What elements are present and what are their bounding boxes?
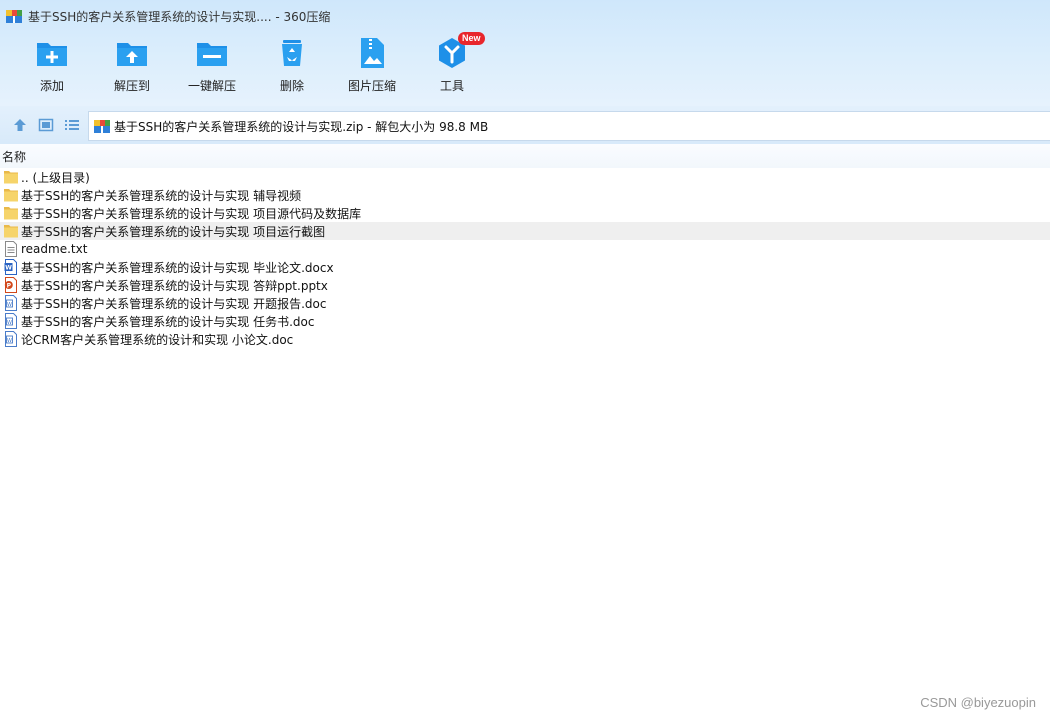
window-title: 基于SSH的客户关系管理系统的设计与实现.... - 360压缩: [28, 9, 331, 24]
list-item[interactable]: readme.txt: [0, 240, 1050, 258]
folder-icon: [4, 205, 18, 221]
watermark: CSDN @biyezuopin: [920, 695, 1036, 710]
extract-folder-icon: [117, 43, 147, 66]
add-button[interactable]: 添加: [12, 36, 92, 100]
svg-text:W: W: [7, 320, 12, 326]
file-name: 基于SSH的客户关系管理系统的设计与实现 开题报告.doc: [21, 296, 327, 311]
word-file-icon: W: [4, 259, 18, 275]
file-name: 论CRM客户关系管理系统的设计和实现 小论文.doc: [21, 332, 294, 347]
list-item[interactable]: W 基于SSH的客户关系管理系统的设计与实现 开题报告.doc: [0, 294, 1050, 312]
file-name: 基于SSH的客户关系管理系统的设计与实现 毕业论文.docx: [21, 260, 334, 275]
svg-text:W: W: [5, 265, 12, 272]
image-compress-button[interactable]: 图片压缩: [332, 36, 412, 100]
file-name: readme.txt: [21, 242, 88, 256]
column-header-name[interactable]: 名称: [2, 148, 26, 165]
recycle-bin-icon: [282, 40, 302, 66]
list-item[interactable]: W 基于SSH的客户关系管理系统的设计与实现 毕业论文.docx: [0, 258, 1050, 276]
list-header: 名称: [0, 144, 1050, 168]
new-badge: New: [458, 32, 485, 45]
file-name: .. (上级目录): [21, 170, 90, 185]
one-click-extract-icon: [197, 43, 227, 66]
add-label: 添加: [39, 79, 64, 93]
navigation-bar: 基于SSH的客户关系管理系统的设计与实现.zip - 解包大小为 98.8 MB: [0, 106, 1050, 145]
archive-app-icon: [94, 120, 110, 133]
tools-button[interactable]: New 工具: [412, 32, 492, 100]
one-click-extract-label: 一键解压: [187, 79, 236, 93]
folder-icon: [4, 169, 18, 185]
list-item[interactable]: 基于SSH的客户关系管理系统的设计与实现 辅导视频: [0, 186, 1050, 204]
add-folder-icon: [37, 43, 67, 66]
list-item[interactable]: P 基于SSH的客户关系管理系统的设计与实现 答辩ppt.pptx: [0, 276, 1050, 294]
tools-label: 工具: [439, 79, 464, 93]
image-zip-icon: [361, 38, 384, 68]
ppt-file-icon: P: [4, 277, 18, 293]
folder-icon: [4, 223, 18, 239]
path-text: 基于SSH的客户关系管理系统的设计与实现.zip - 解包大小为 98.8 MB: [114, 119, 489, 134]
svg-text:W: W: [7, 338, 12, 344]
one-click-extract-button[interactable]: 一键解压: [172, 36, 252, 100]
delete-label: 删除: [279, 79, 304, 93]
svg-text:W: W: [7, 302, 12, 308]
list-item[interactable]: 基于SSH的客户关系管理系统的设计与实现 项目源代码及数据库: [0, 204, 1050, 222]
doc-file-icon: W: [4, 331, 18, 347]
toolbar: 添加 解压到 一键解压 删除 图片压缩 New 工具: [0, 32, 1050, 100]
folder-icon: [4, 187, 18, 203]
up-arrow-icon[interactable]: [12, 117, 28, 133]
file-name: 基于SSH的客户关系管理系统的设计与实现 答辩ppt.pptx: [21, 278, 328, 293]
file-name: 基于SSH的客户关系管理系统的设计与实现 任务书.doc: [21, 314, 315, 329]
path-bar[interactable]: 基于SSH的客户关系管理系统的设计与实现.zip - 解包大小为 98.8 MB: [88, 111, 1050, 141]
doc-file-icon: W: [4, 313, 18, 329]
archive-app-icon: [6, 10, 22, 23]
extract-to-label: 解压到: [113, 79, 150, 93]
list-item[interactable]: .. (上级目录): [0, 168, 1050, 186]
svg-text:P: P: [7, 282, 12, 289]
image-compress-label: 图片压缩: [347, 79, 396, 93]
file-name: 基于SSH的客户关系管理系统的设计与实现 项目运行截图: [21, 224, 326, 239]
title-bar: 基于SSH的客户关系管理系统的设计与实现.... - 360压缩: [0, 0, 1050, 32]
file-name: 基于SSH的客户关系管理系统的设计与实现 项目源代码及数据库: [21, 206, 362, 221]
doc-file-icon: W: [4, 295, 18, 311]
file-list: .. (上级目录) 基于SSH的客户关系管理系统的设计与实现 辅导视频 基于SSH的…: [0, 168, 1050, 348]
list-item[interactable]: W 论CRM客户关系管理系统的设计和实现 小论文.doc: [0, 330, 1050, 348]
text-file-icon: [4, 241, 18, 257]
delete-button[interactable]: 删除: [252, 36, 332, 100]
list-view-icon[interactable]: [64, 117, 80, 133]
extract-to-button[interactable]: 解压到: [92, 36, 172, 100]
thumbnail-view-icon[interactable]: [38, 117, 54, 133]
file-name: 基于SSH的客户关系管理系统的设计与实现 辅导视频: [21, 188, 302, 203]
list-item[interactable]: 基于SSH的客户关系管理系统的设计与实现 项目运行截图: [0, 222, 1050, 240]
top-chrome: 基于SSH的客户关系管理系统的设计与实现.... - 360压缩 添加 解压到: [0, 0, 1050, 106]
list-item[interactable]: W 基于SSH的客户关系管理系统的设计与实现 任务书.doc: [0, 312, 1050, 330]
